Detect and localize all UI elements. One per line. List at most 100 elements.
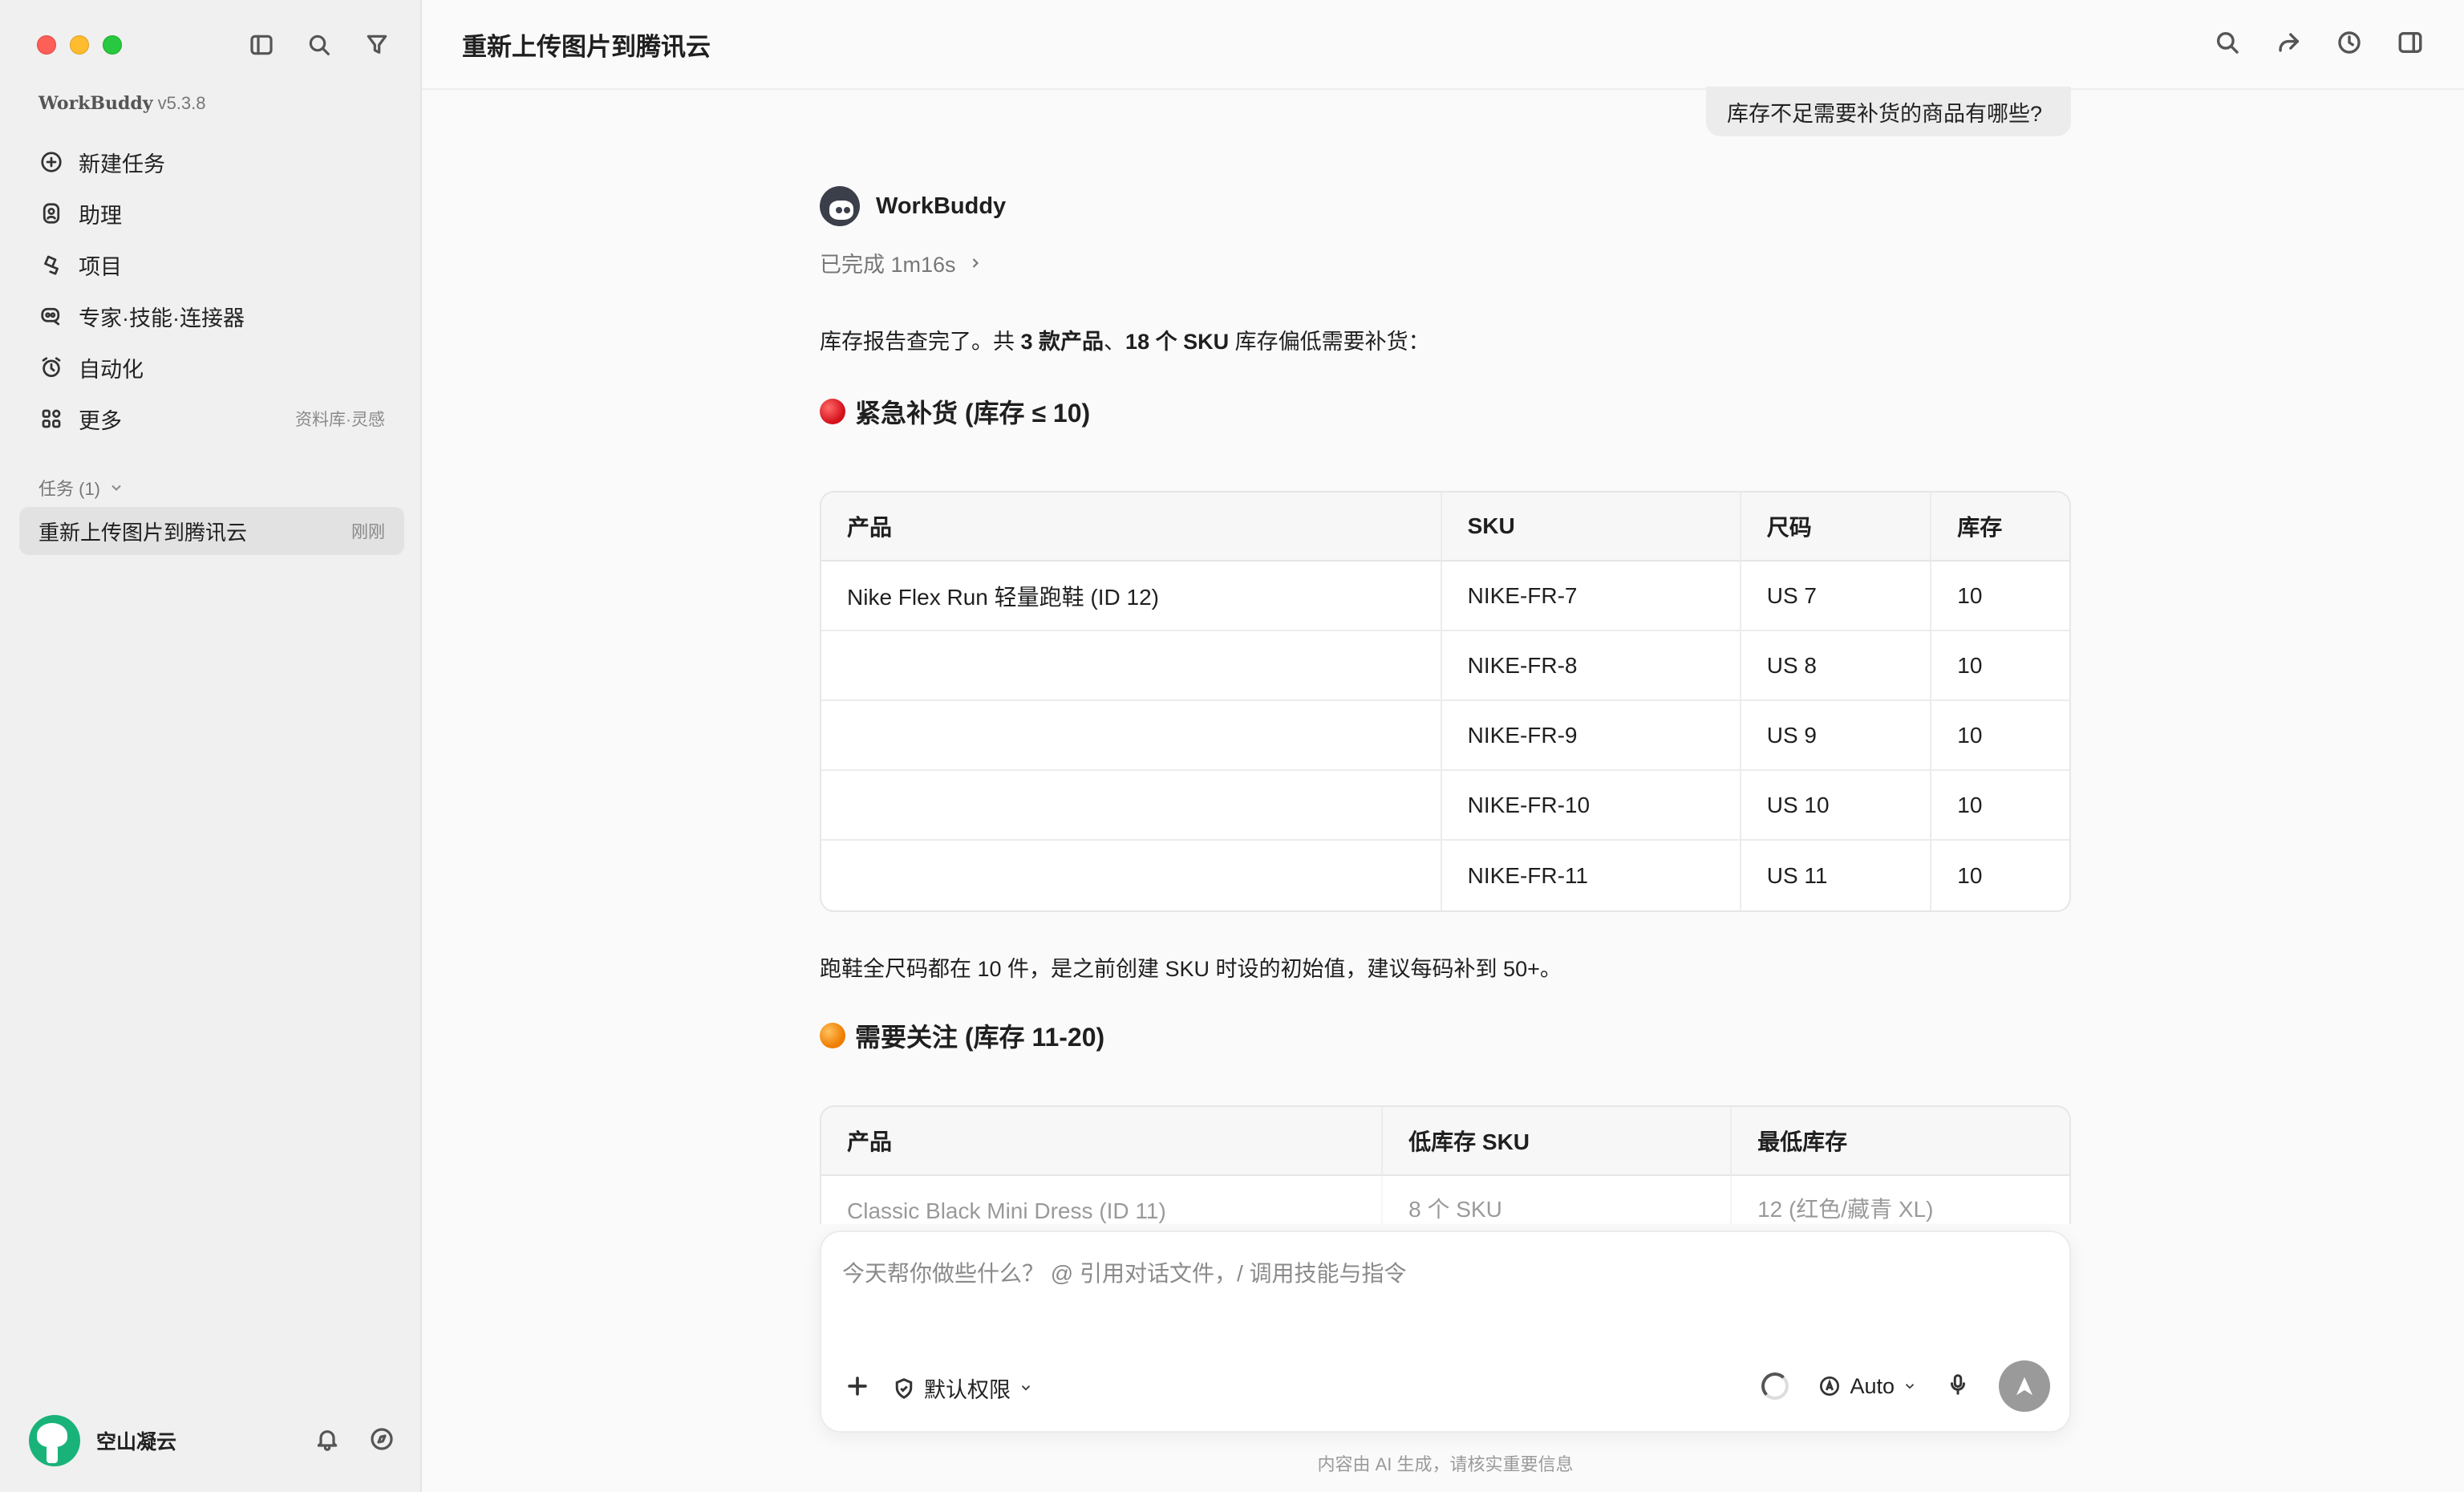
maximize-window-button[interactable] bbox=[103, 35, 122, 55]
table-row: Classic Black Mini Dress (ID 11) 8 个 SKU… bbox=[821, 1176, 2069, 1224]
message-composer: 今天帮你做些什么？ @ 引用对话文件，/ 调用技能与指令 默认权限 Auto bbox=[820, 1230, 2071, 1433]
topbar-tools bbox=[2214, 29, 2424, 60]
search-icon[interactable] bbox=[2214, 29, 2241, 60]
history-icon[interactable] bbox=[2336, 29, 2363, 60]
sidebar-item-assistant[interactable]: 助理 bbox=[19, 188, 404, 239]
topbar: 重新上传图片到腾讯云 bbox=[422, 0, 2464, 90]
bell-icon[interactable] bbox=[314, 1426, 340, 1456]
compass-icon[interactable] bbox=[369, 1426, 395, 1456]
column-header: 产品 bbox=[821, 493, 1441, 562]
chevron-right-icon bbox=[972, 257, 979, 268]
ai-disclaimer: 内容由 AI 生成，请核实重要信息 bbox=[1317, 1454, 1574, 1474]
model-selector[interactable]: Auto bbox=[1818, 1374, 1917, 1399]
assistant-icon bbox=[37, 199, 66, 228]
table-cell: NIKE-FR-11 bbox=[1440, 841, 1740, 910]
window-controls bbox=[37, 35, 122, 55]
section-urgent-label: 紧急补货 (库存 ≤ 10) bbox=[855, 399, 1091, 428]
add-attachment-icon[interactable] bbox=[844, 1372, 871, 1404]
chevron-down-icon bbox=[1903, 1374, 1917, 1399]
table-cell: NIKE-FR-8 bbox=[1440, 631, 1740, 701]
table-cell: NIKE-FR-10 bbox=[1440, 771, 1740, 841]
more-note: 资料库·灵感 bbox=[295, 411, 385, 429]
table-row: NIKE-FR-8 US 8 10 bbox=[821, 631, 2069, 701]
table-cell: 10 bbox=[1930, 701, 2069, 771]
page-title: 重新上传图片到腾讯云 bbox=[462, 32, 711, 61]
sidebar-item-label: 项目 bbox=[79, 254, 122, 279]
model-label: Auto bbox=[1850, 1373, 1895, 1398]
sidebar: WorkBuddy v5.3.8 新建任务 助理 项目 专家·技能·连接器 自动化 bbox=[0, 0, 422, 1492]
task-item[interactable]: 重新上传图片到腾讯云 刚刚 bbox=[19, 507, 404, 555]
table-header-row: 产品 SKU 尺码 库存 bbox=[821, 493, 2069, 562]
microphone-icon[interactable] bbox=[1946, 1372, 1970, 1401]
composer-right-tools: Auto bbox=[1761, 1360, 2050, 1412]
chevron-down-icon bbox=[111, 484, 121, 491]
column-header: 产品 bbox=[821, 1107, 1382, 1176]
intro-text-1: 库存报告查完了。共 bbox=[820, 330, 1021, 354]
intro-text-2: 、 bbox=[1104, 330, 1126, 354]
app-brand: WorkBuddy v5.3.8 bbox=[38, 93, 206, 114]
user-name: 空山凝云 bbox=[96, 1431, 177, 1453]
column-header: 库存 bbox=[1930, 493, 2069, 562]
app-window: WorkBuddy v5.3.8 新建任务 助理 项目 专家·技能·连接器 自动化 bbox=[0, 0, 2464, 1492]
table-cell: 10 bbox=[1930, 631, 2069, 701]
minimize-window-button[interactable] bbox=[70, 35, 89, 55]
table-row: NIKE-FR-9 US 9 10 bbox=[821, 701, 2069, 771]
app-version: v5.3.8 bbox=[157, 93, 206, 113]
tasks-header-label: 任务 (1) bbox=[38, 479, 101, 499]
shield-check-icon bbox=[895, 1377, 913, 1399]
apps-icon bbox=[37, 404, 66, 433]
sidebar-item-project[interactable]: 项目 bbox=[19, 239, 404, 290]
intro-bold-products: 3 款产品 bbox=[1020, 330, 1104, 354]
share-icon[interactable] bbox=[2275, 29, 2302, 60]
bot-name: WorkBuddy bbox=[876, 193, 1007, 219]
send-button[interactable] bbox=[1999, 1360, 2050, 1412]
search-icon[interactable] bbox=[305, 30, 334, 59]
sidebar-item-label: 助理 bbox=[79, 203, 122, 228]
task-status-label: 已完成 1m16s bbox=[820, 253, 956, 277]
sidebar-item-new-task[interactable]: 新建任务 bbox=[19, 136, 404, 188]
permission-label: 默认权限 bbox=[924, 1378, 1011, 1402]
sidebar-toolbar bbox=[247, 30, 391, 59]
column-header: 低库存 SKU bbox=[1381, 1107, 1731, 1176]
section-attention-label: 需要关注 (库存 11-20) bbox=[855, 1023, 1105, 1052]
send-arrow-icon bbox=[2016, 1376, 2032, 1396]
report-intro: 库存报告查完了。共 3 款产品、18 个 SKU 库存偏低需要补货： bbox=[820, 324, 1430, 355]
sidebar-toggle-icon[interactable] bbox=[247, 30, 276, 59]
avatar[interactable] bbox=[29, 1415, 80, 1466]
filter-icon[interactable] bbox=[363, 30, 391, 59]
red-circle-icon bbox=[820, 399, 845, 424]
table-cell: US 10 bbox=[1739, 771, 1931, 841]
chevron-down-icon bbox=[1019, 1376, 1033, 1401]
table-cell: US 9 bbox=[1739, 701, 1931, 771]
project-icon bbox=[37, 250, 66, 279]
sidebar-nav: 新建任务 助理 项目 专家·技能·连接器 自动化 更多 资料库·灵感 bbox=[19, 136, 404, 444]
panel-toggle-icon[interactable] bbox=[2397, 29, 2424, 60]
permission-selector[interactable]: 默认权限 bbox=[892, 1372, 1033, 1404]
sidebar-item-automation[interactable]: 自动化 bbox=[19, 342, 404, 393]
table-cell: NIKE-FR-7 bbox=[1440, 562, 1740, 631]
table-cell bbox=[821, 631, 1441, 701]
table-cell: Nike Flex Run 轻量跑鞋 (ID 12) bbox=[821, 562, 1441, 631]
task-status[interactable]: 已完成 1m16s bbox=[820, 247, 983, 278]
sidebar-item-label: 更多 bbox=[79, 408, 122, 433]
sidebar-item-label: 专家·技能·连接器 bbox=[79, 306, 245, 330]
sidebar-item-more[interactable]: 更多 资料库·灵感 bbox=[19, 393, 404, 444]
table-cell: 10 bbox=[1930, 562, 2069, 631]
alarm-clock-icon bbox=[37, 353, 66, 382]
intro-bold-skus: 18 个 SKU bbox=[1125, 330, 1230, 354]
task-item-time: 刚刚 bbox=[351, 523, 385, 541]
table-row: NIKE-FR-10 US 10 10 bbox=[821, 771, 2069, 841]
table-cell: Classic Black Mini Dress (ID 11) bbox=[847, 1198, 1166, 1223]
column-header: 尺码 bbox=[1739, 493, 1931, 562]
bot-header: WorkBuddy bbox=[820, 186, 1006, 226]
table-row: Nike Flex Run 轻量跑鞋 (ID 12) NIKE-FR-7 US … bbox=[821, 562, 2069, 631]
sidebar-item-experts[interactable]: 专家·技能·连接器 bbox=[19, 290, 404, 342]
section-urgent-title: 紧急补货 (库存 ≤ 10) bbox=[820, 393, 1090, 430]
sidebar-item-label: 自动化 bbox=[79, 357, 144, 382]
close-window-button[interactable] bbox=[37, 35, 56, 55]
message-input[interactable]: 今天帮你做些什么？ @ 引用对话文件，/ 调用技能与指令 bbox=[842, 1256, 1407, 1288]
sidebar-item-label: 新建任务 bbox=[79, 152, 165, 176]
orange-circle-icon bbox=[820, 1023, 845, 1048]
table-header-row: 产品 低库存 SKU 最低库存 bbox=[821, 1107, 2069, 1176]
tasks-section-header[interactable]: 任务 (1) bbox=[38, 475, 124, 501]
